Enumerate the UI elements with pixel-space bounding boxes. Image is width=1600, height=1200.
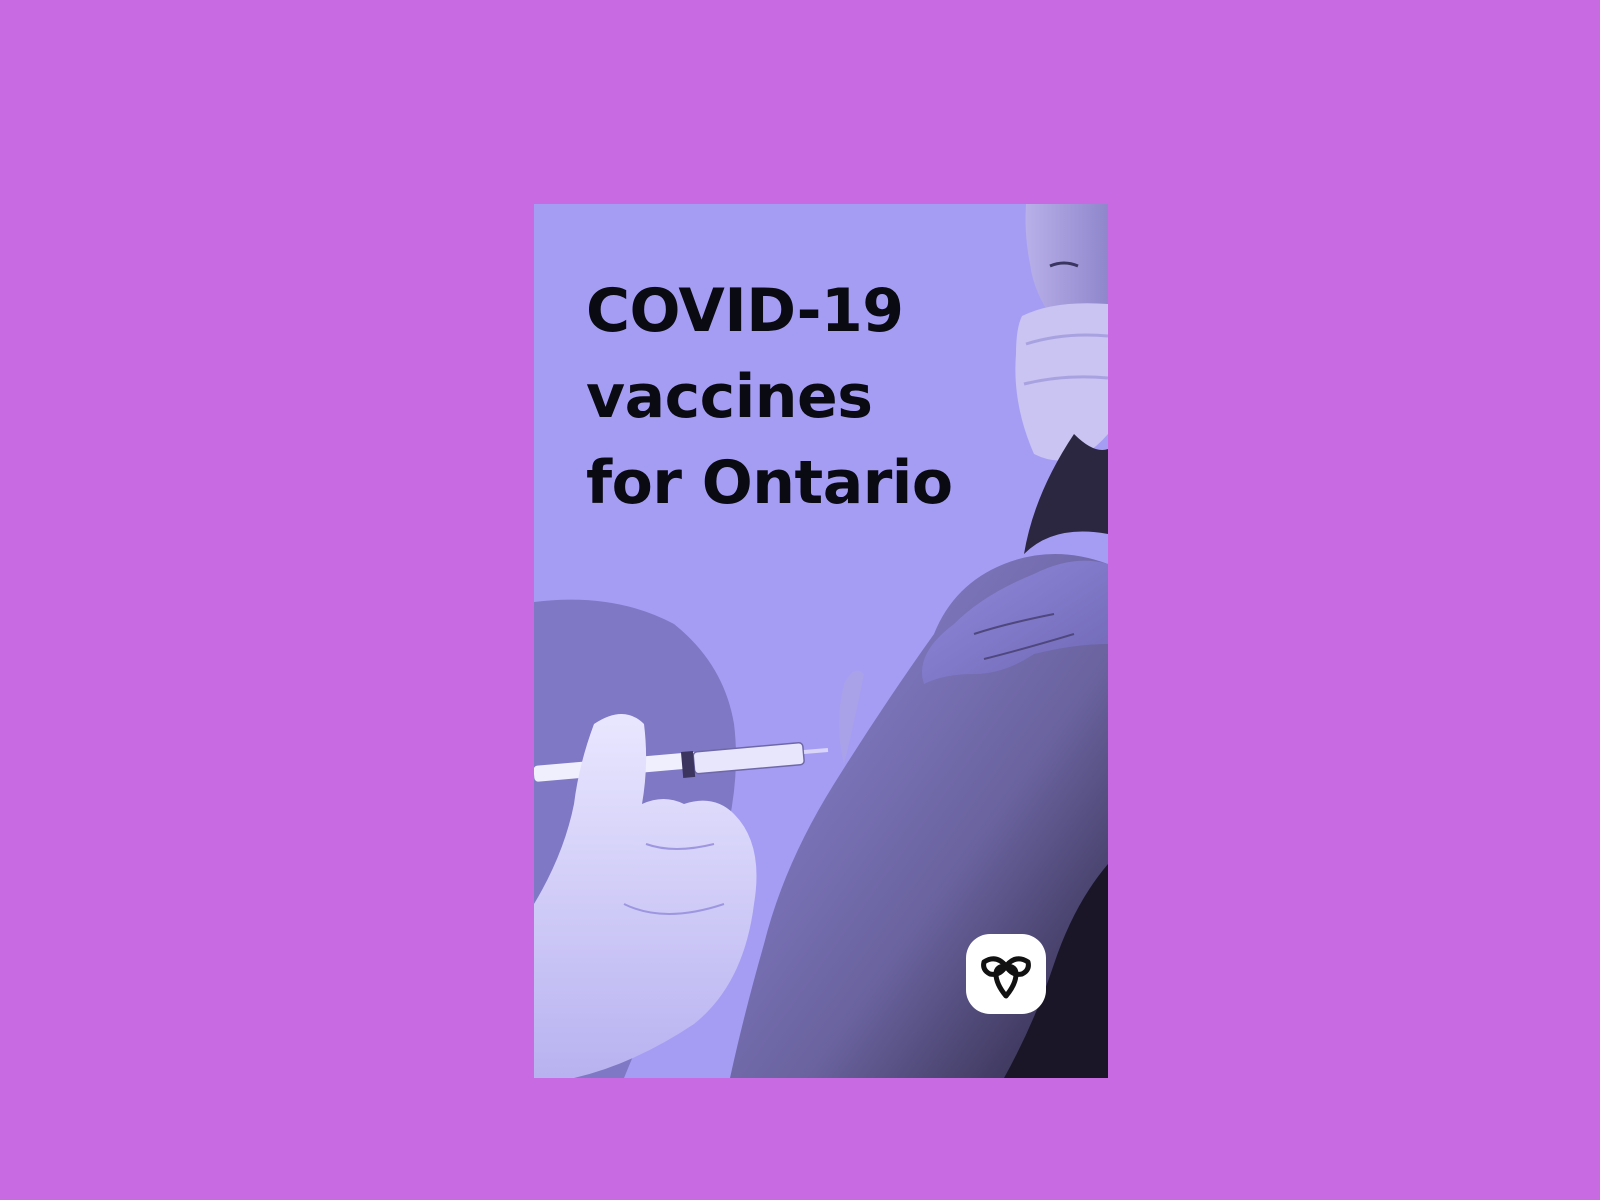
title-line-1: COVID-19 [586, 276, 904, 346]
vaccine-poster: COVID-19 vaccines for Ontario [534, 204, 1108, 1078]
title-line-3: for Ontario [586, 448, 953, 518]
title-line-2: vaccines [586, 362, 873, 432]
page-background: COVID-19 vaccines for Ontario [0, 0, 1600, 1200]
ontario-trillium-icon [981, 956, 1031, 999]
ontario-logo [966, 934, 1046, 1014]
poster-title: COVID-19 vaccines for Ontario [586, 268, 953, 526]
